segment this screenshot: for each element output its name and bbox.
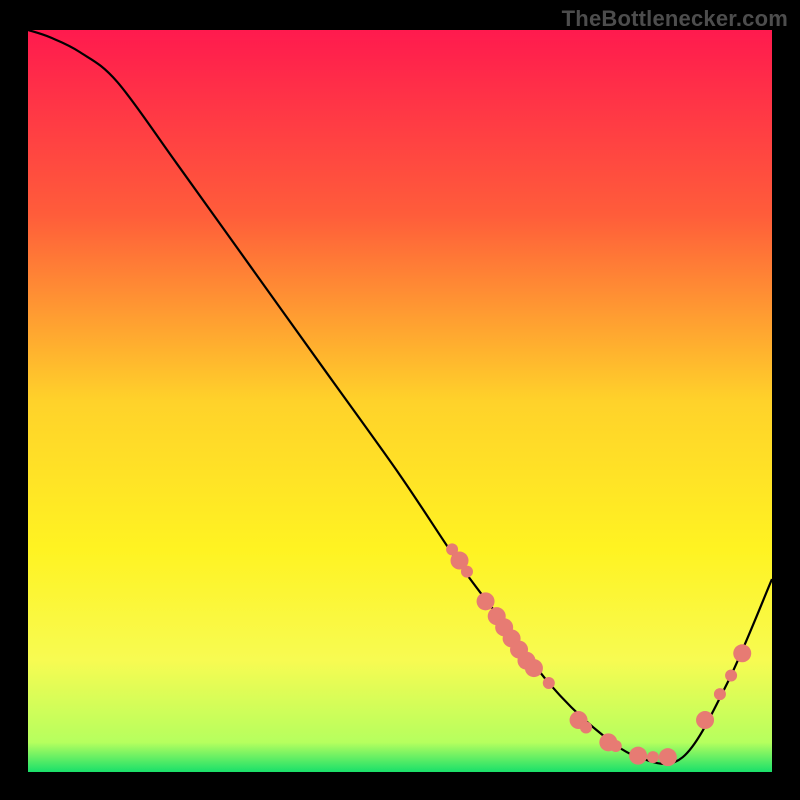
- data-marker: [610, 740, 622, 752]
- data-marker: [725, 670, 737, 682]
- gradient-background: [28, 30, 772, 772]
- data-marker: [659, 748, 677, 766]
- bottleneck-chart: [28, 30, 772, 772]
- data-marker: [714, 688, 726, 700]
- data-marker: [733, 644, 751, 662]
- data-marker: [696, 711, 714, 729]
- data-marker: [525, 659, 543, 677]
- data-marker: [543, 677, 555, 689]
- attribution-text: TheBottlenecker.com: [562, 6, 788, 32]
- data-marker: [647, 751, 659, 763]
- data-marker: [477, 592, 495, 610]
- data-marker: [580, 721, 592, 733]
- chart-container: TheBottlenecker.com: [0, 0, 800, 800]
- data-marker: [629, 747, 647, 765]
- plot-area: [28, 30, 772, 772]
- data-marker: [461, 566, 473, 578]
